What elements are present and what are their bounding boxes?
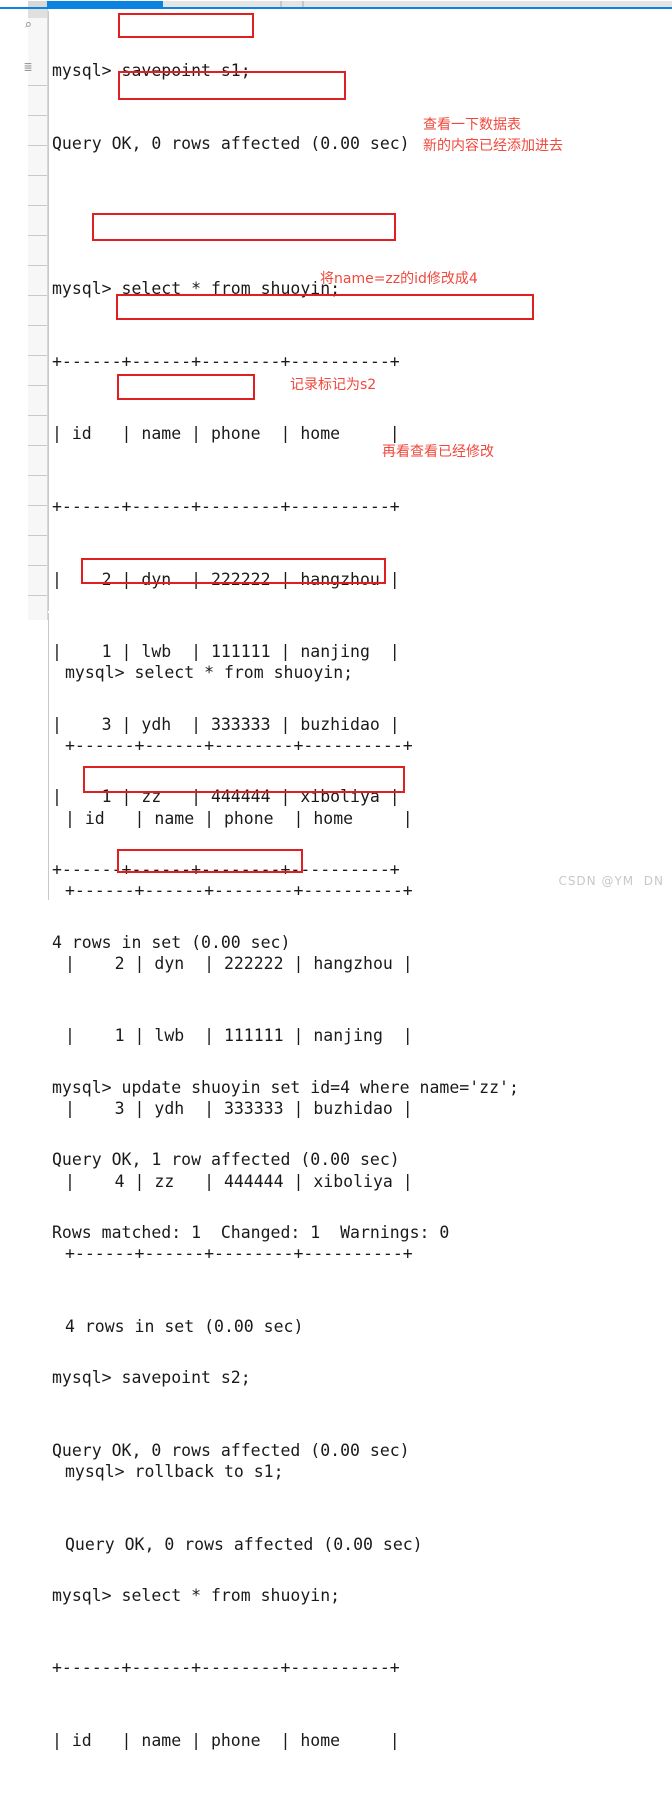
terminal-line: +------+------+--------+----------+ xyxy=(65,736,413,755)
annotation-update-id: 将name=zz的id修改成4 xyxy=(320,271,478,287)
ruler-head xyxy=(28,9,47,18)
csdn-watermark: CSDN @YM DN xyxy=(558,874,664,888)
list-lines-icon[interactable]: ≣ xyxy=(20,60,36,76)
left-gutter: ⌕ ≣ xyxy=(0,9,48,900)
ruler-tick xyxy=(28,355,47,356)
annotation-savepoint-s2: 记录标记为s2 xyxy=(290,377,377,393)
terminal-line: | 2 | dyn | 222222 | hangzhou | xyxy=(65,953,413,973)
ruler-tick xyxy=(28,175,47,176)
ruler-tick xyxy=(28,505,47,506)
terminal-line: | 3 | ydh | 333333 | buzhidao | xyxy=(65,1098,413,1118)
ruler-tick xyxy=(28,235,47,236)
terminal-line: | 2 | dyn | 222222 | hangzhou | xyxy=(52,569,400,589)
ruler-tick xyxy=(28,85,47,86)
ruler-tick xyxy=(28,145,47,146)
ruler-tick xyxy=(28,295,47,296)
annotation-view-table: 查看一下数据表 xyxy=(423,117,521,133)
terminal-line: mysql> select * from shuoyin; xyxy=(52,1585,341,1605)
gutter-ruler[interactable] xyxy=(28,9,48,620)
search-icon[interactable]: ⌕ xyxy=(20,18,36,34)
terminal-line: mysql> savepoint s1; xyxy=(52,61,251,81)
terminal-line: +------+------+--------+----------+ xyxy=(65,1244,413,1264)
terminal-line: | id | name | phone | home | xyxy=(52,1731,400,1751)
ruler-tick xyxy=(28,475,47,476)
terminal-line: 4 rows in set (0.00 sec) xyxy=(65,1316,304,1336)
terminal-line: mysql> select * from shuoyin; xyxy=(65,663,354,683)
terminal-line: | 4 | zz | 444444 | xiboliya | xyxy=(65,1171,413,1191)
ruler-tick xyxy=(28,205,47,206)
annotation-modified: 再看查看已经修改 xyxy=(382,444,494,460)
ruler-tick xyxy=(28,265,47,266)
terminal-output-upper: mysql> savepoint s1; Query OK, 0 rows af… xyxy=(48,11,672,1750)
terminal-line: | id | name | phone | home | xyxy=(52,424,400,444)
terminal-line: mysql> rollback to s1; xyxy=(65,1461,284,1481)
terminal-line: | id | name | phone | home | xyxy=(65,808,413,828)
ruler-tick xyxy=(28,325,47,326)
annotation-added: 新的内容已经添加进去 xyxy=(423,138,563,154)
ruler-tick xyxy=(28,565,47,566)
terminal-line: Query OK, 0 rows affected (0.00 sec) xyxy=(65,1534,423,1554)
ruler-tick xyxy=(28,115,47,116)
scrollbar-accent-line xyxy=(0,7,672,9)
ruler-tick xyxy=(28,415,47,416)
terminal-line: +------+------+--------+----------+ xyxy=(52,1658,400,1678)
terminal-line: +------+------+--------+----------+ xyxy=(52,496,400,516)
ruler-tick xyxy=(28,445,47,446)
horizontal-scrollbar[interactable] xyxy=(0,0,672,9)
ruler-tick xyxy=(28,385,47,386)
terminal-line: | 1 | lwb | 111111 | nanjing | xyxy=(65,1026,413,1046)
ruler-tick xyxy=(28,535,47,536)
terminal-line: Query OK, 0 rows affected (0.00 sec) xyxy=(52,134,410,153)
terminal-output-lower: mysql> select * from shuoyin; +------+--… xyxy=(48,613,672,1554)
ruler-tick xyxy=(28,595,47,596)
terminal-line: +------+------+--------+----------+ xyxy=(52,351,400,371)
